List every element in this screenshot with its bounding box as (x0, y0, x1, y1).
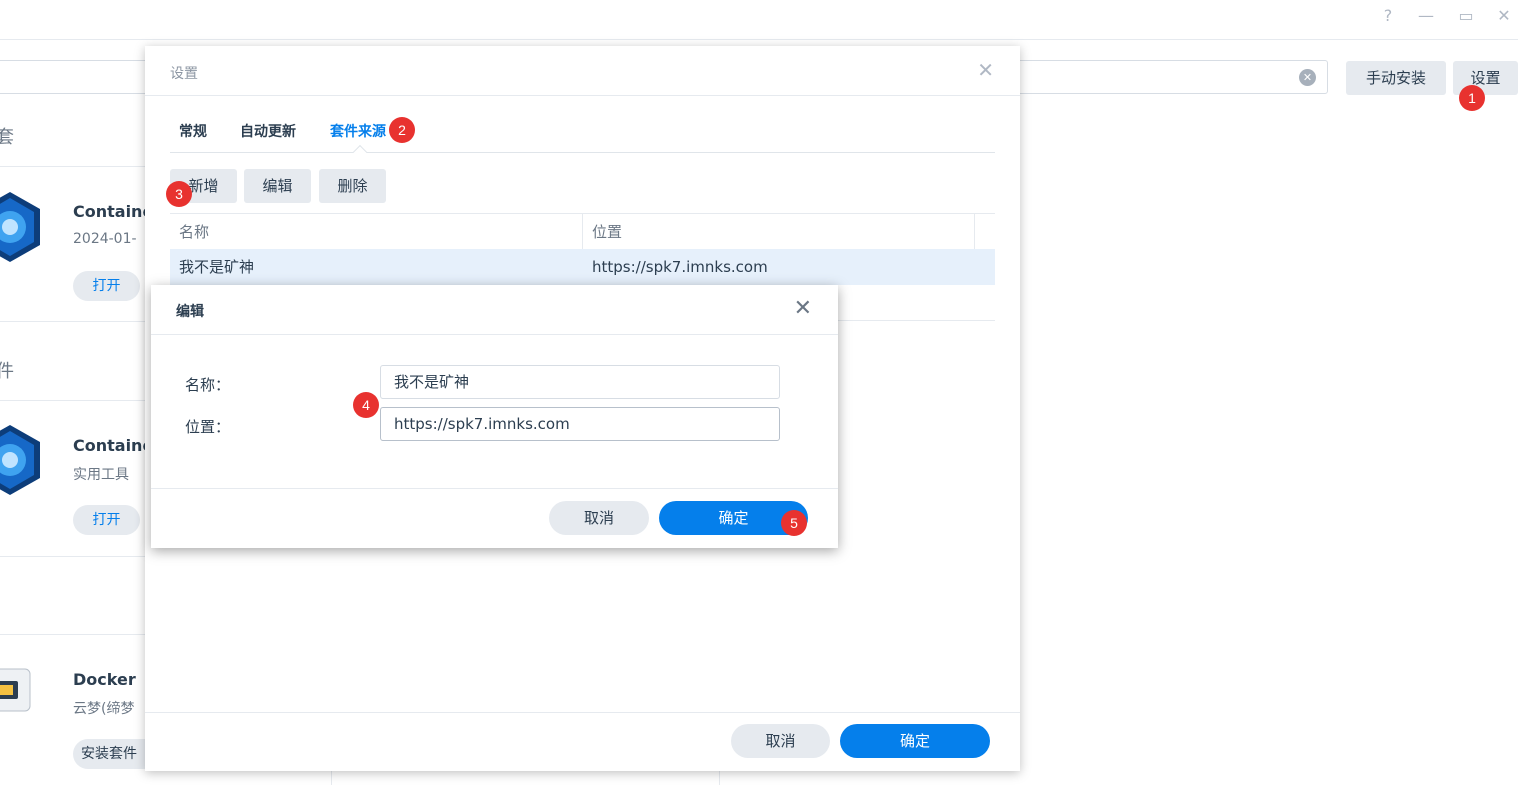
package-title: Docker (73, 670, 136, 689)
container-icon (0, 425, 40, 495)
docker-package-icon (0, 668, 31, 712)
open-button[interactable]: 打开 (73, 505, 140, 535)
source-name-cell: 我不是矿神 (179, 258, 255, 276)
column-header-name[interactable]: 名称 (170, 214, 582, 250)
clear-search-icon[interactable]: ✕ (1299, 69, 1316, 86)
package-subtitle: 云梦(缔梦 (73, 701, 135, 717)
package-subtitle: 2024-01- (73, 231, 137, 247)
divider (0, 556, 150, 557)
divider (151, 488, 838, 489)
help-icon[interactable]: ? (1378, 6, 1398, 26)
title-divider (0, 39, 1518, 40)
step-marker-2: 2 (389, 117, 415, 143)
step-marker-4: 4 (353, 392, 379, 418)
open-button[interactable]: 打开 (73, 271, 140, 301)
container-manager-icon (0, 192, 40, 262)
location-label: 位置： (185, 418, 231, 436)
table-row[interactable]: 我不是矿神 https://spk7.imnks.com (170, 249, 995, 285)
package-subtitle: 实用工具 (73, 467, 129, 483)
location-input[interactable]: https://spk7.imnks.com (380, 407, 780, 441)
tab-auto-update[interactable]: 自动更新 (240, 121, 296, 141)
manual-install-button[interactable]: 手动安装 (1346, 61, 1446, 95)
active-tab-indicator (352, 144, 368, 160)
package-title: Container (73, 436, 145, 455)
column-header-location[interactable]: 位置 (583, 214, 974, 250)
close-icon[interactable]: ✕ (794, 296, 812, 321)
divider (145, 712, 1020, 713)
package-title: Container Manager (73, 202, 145, 221)
delete-button[interactable]: 删除 (319, 169, 386, 203)
close-icon[interactable]: ✕ (977, 58, 994, 82)
tab-divider (170, 152, 995, 153)
edit-dialog: 编辑 ✕ 名称： 我不是矿神 位置： https://spk7.imnks.co… (151, 285, 838, 548)
settings-dialog-title: 设置 (170, 66, 198, 82)
table-header: 名称 位置 (170, 213, 995, 250)
divider (0, 634, 150, 635)
step-marker-5: 5 (781, 510, 807, 536)
settings-ok-button[interactable]: 确定 (840, 724, 990, 758)
source-location-cell: https://spk7.imnks.com (592, 258, 768, 276)
column-divider (719, 770, 720, 785)
divider (0, 400, 150, 401)
divider (0, 166, 150, 167)
name-input[interactable]: 我不是矿神 (380, 365, 780, 399)
divider (0, 321, 150, 322)
step-marker-3: 3 (166, 181, 192, 207)
close-icon[interactable]: ✕ (1494, 6, 1514, 26)
divider (151, 334, 838, 335)
section-heading: 件 (0, 361, 14, 382)
section-heading: 套 (0, 127, 14, 148)
edit-cancel-button[interactable]: 取消 (549, 501, 649, 535)
divider (145, 95, 1020, 96)
column-divider (974, 214, 975, 250)
column-divider (331, 770, 332, 785)
restore-icon[interactable]: ▭ (1456, 6, 1476, 26)
tab-package-sources[interactable]: 套件来源 (330, 121, 386, 141)
tab-general[interactable]: 常规 (179, 121, 207, 141)
name-label: 名称： (185, 376, 231, 394)
install-package-button[interactable]: 安装套件 (73, 739, 145, 769)
minimize-icon[interactable]: — (1416, 6, 1436, 26)
edit-dialog-title: 编辑 (176, 304, 204, 320)
window-controls: ? — ▭ ✕ (1358, 6, 1518, 26)
edit-button[interactable]: 编辑 (244, 169, 311, 203)
settings-cancel-button[interactable]: 取消 (731, 724, 830, 758)
step-marker-1: 1 (1459, 85, 1485, 111)
